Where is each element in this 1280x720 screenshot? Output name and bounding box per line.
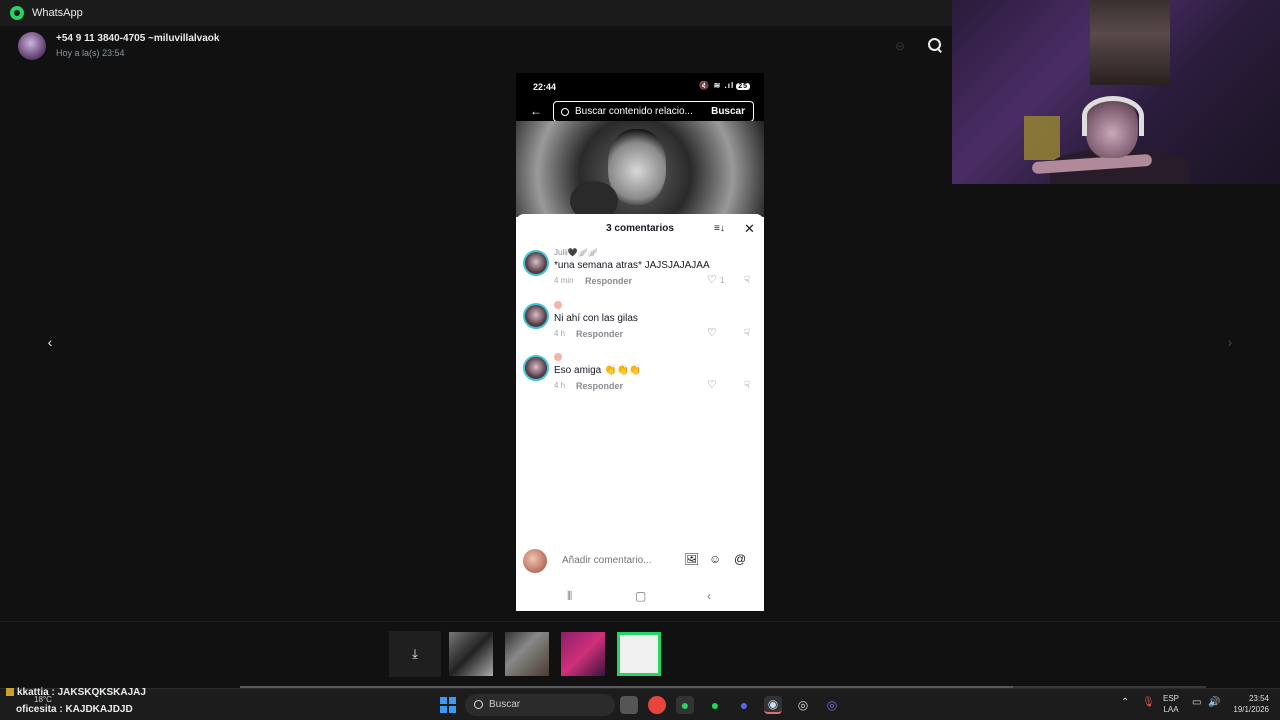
microphone-icon[interactable]: 🎙 <box>1142 697 1155 708</box>
peach-emoji-icon <box>554 301 562 309</box>
heart-icon[interactable]: ♡ <box>707 274 721 286</box>
phone-status-icons: 🔇 ≋ .ıl 25 <box>699 81 750 90</box>
like-count: 1 <box>720 276 725 285</box>
commenter-badge <box>554 301 562 311</box>
zoom-out-icon[interactable]: ⊖ <box>895 39 909 53</box>
arrow-left-icon[interactable]: ← <box>530 104 542 118</box>
webcam-overlay <box>952 0 1280 184</box>
zoom-in-icon[interactable] <box>927 37 943 53</box>
commenter-badge <box>554 353 562 363</box>
image-icon[interactable]: 🖼 <box>684 552 699 566</box>
comment-text: Eso amiga 👏👏👏 <box>554 365 642 376</box>
comment-text: Ni ahí con las gilas <box>554 313 638 324</box>
chevron-up-icon[interactable]: ⌃ <box>1121 697 1129 708</box>
phone-status-bar: 22:44 🔇 ≋ .ıl 25 <box>516 73 764 101</box>
previous-media-button[interactable]: ‹ <box>40 332 60 352</box>
comment-composer: 🖼 ☺ @ <box>516 546 764 576</box>
task-view-icon[interactable] <box>620 696 638 714</box>
phone-nav-bar: ⦀ ▢ ‹ <box>516 584 764 610</box>
my-avatar <box>523 549 547 573</box>
search-button[interactable]: Buscar <box>711 106 745 117</box>
video-photo <box>516 121 764 221</box>
app-title: WhatsApp <box>32 7 83 19</box>
reply-button[interactable]: Responder <box>576 329 623 339</box>
commenter-avatar[interactable] <box>523 250 549 276</box>
peach-emoji-icon <box>554 353 562 361</box>
app-icon[interactable]: ◎ <box>823 696 841 714</box>
back-icon[interactable]: ‹ <box>707 589 711 603</box>
media-thumbnail[interactable] <box>449 632 493 676</box>
steam-icon[interactable]: ◉ <box>764 696 782 714</box>
weather-widget[interactable]: 18°C <box>34 695 52 704</box>
media-thumbnail[interactable] <box>505 632 549 676</box>
home-icon[interactable]: ▢ <box>635 589 646 603</box>
battery-icon: 25 <box>736 83 750 90</box>
emoji-icon[interactable]: ☺ <box>709 552 721 566</box>
comment-time: 4 min <box>554 276 574 285</box>
comment-time: 4 h <box>554 329 566 338</box>
download-icon[interactable]: ⤓ <box>389 631 441 677</box>
recent-apps-icon[interactable]: ⦀ <box>567 589 572 604</box>
start-button[interactable] <box>440 697 456 713</box>
keyboard-language[interactable]: ESP LAA <box>1163 693 1179 715</box>
search-placeholder: Buscar contenido relacio... <box>575 106 693 117</box>
network-icon[interactable]: ▭ <box>1192 697 1201 708</box>
reply-button[interactable]: Responder <box>576 381 623 391</box>
comment-text: *una semana atras* JAJSJAJAJAA <box>554 260 710 271</box>
phone-time: 22:44 <box>533 82 557 92</box>
obs-icon[interactable]: ◎ <box>794 696 812 714</box>
contact-name: +54 9 11 3840-4705 ~miluvillalvaok <box>56 33 220 44</box>
chat-message: kkattia : JAKSKQKSKAJAJ <box>6 687 146 698</box>
chat-message: oficesita : KAJDKAJDJD <box>16 704 133 715</box>
heart-icon[interactable]: ♡ <box>707 379 721 391</box>
close-icon[interactable]: ✕ <box>744 221 755 237</box>
commenter-name[interactable]: Julii🖤🪽🪽 <box>554 248 598 257</box>
comment-input[interactable] <box>554 551 704 571</box>
sort-icon[interactable]: ≡↓ <box>714 223 725 234</box>
comment-item: Eso amiga 👏👏👏 4 h Responder ♡ ☟ <box>516 349 764 395</box>
discord-icon[interactable]: ● <box>735 696 753 714</box>
stream-chat-overlay: kkattia : JAKSKQKSKAJAJ 18°C oficesita :… <box>0 687 440 720</box>
message-timestamp: Hoy a la(s) 23:54 <box>56 48 125 58</box>
phone-search-bar: ← Buscar contenido relacio... Buscar <box>516 101 764 122</box>
wall-poster <box>1090 0 1170 85</box>
mention-icon[interactable]: @ <box>734 552 746 566</box>
media-thumbnail-strip: ⤓ <box>0 621 1280 687</box>
commenter-avatar[interactable] <box>523 303 549 329</box>
reply-button[interactable]: Responder <box>585 276 632 286</box>
comment-time: 4 h <box>554 381 566 390</box>
dislike-icon[interactable]: ☟ <box>744 275 750 286</box>
search-icon <box>561 107 569 116</box>
whatsapp-logo-icon <box>10 6 24 20</box>
search-icon <box>474 700 483 709</box>
dislike-icon[interactable]: ☟ <box>744 328 750 339</box>
commenter-avatar[interactable] <box>523 355 549 381</box>
media-viewer-header: +54 9 11 3840-4705 ~miluvillalvaok Hoy a… <box>0 26 952 66</box>
taskbar-search[interactable]: Buscar <box>465 694 615 716</box>
spotify-icon[interactable]: ● <box>706 696 724 714</box>
media-thumbnail[interactable] <box>561 632 605 676</box>
dislike-icon[interactable]: ☟ <box>744 380 750 391</box>
window-titlebar: WhatsApp <box>0 0 952 26</box>
system-clock[interactable]: 23:54 19/1/2026 <box>1225 693 1269 715</box>
search-input[interactable]: Buscar contenido relacio... Buscar <box>553 101 754 122</box>
taskbar-search-label: Buscar <box>489 699 521 710</box>
comment-item: Julii🖤🪽🪽 *una semana atras* JAJSJAJAJAA … <box>516 244 764 290</box>
phone-screenshot: 22:44 🔇 ≋ .ıl 25 ← Buscar contenido relac… <box>516 73 764 611</box>
headphones <box>1082 96 1144 136</box>
comment-item: Ni ahí con las gilas 4 h Responder ♡ ☟ <box>516 297 764 343</box>
volume-icon[interactable]: 🔊 <box>1208 697 1220 708</box>
contact-avatar[interactable] <box>18 32 46 60</box>
chrome-icon[interactable] <box>648 696 666 714</box>
heart-icon[interactable]: ♡ <box>707 327 721 339</box>
whatsapp-icon[interactable]: ● <box>676 696 694 714</box>
comments-title: 3 comentarios <box>606 223 674 234</box>
comments-sheet: 3 comentarios ≡↓ ✕ Julii🖤🪽🪽 *una semana … <box>516 214 764 611</box>
wet-floor-sign <box>1024 116 1060 160</box>
next-media-button[interactable]: › <box>1220 332 1240 352</box>
media-thumbnail-selected[interactable] <box>617 632 661 676</box>
